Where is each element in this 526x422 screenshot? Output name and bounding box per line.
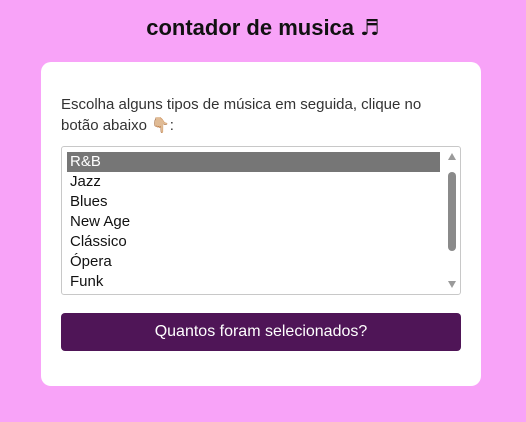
instructions-label: Escolha alguns tipos de música em seguid… <box>61 96 422 134</box>
page-title: contador de musica ♬ <box>0 12 526 45</box>
listbox-option-funk[interactable]: Funk <box>67 272 440 292</box>
card: Escolha alguns tipos de música em seguid… <box>41 62 481 386</box>
listbox-option-jazz[interactable]: Jazz <box>67 172 440 192</box>
music-note-icon: ♬ <box>360 16 380 41</box>
listbox-option-new-age[interactable]: New Age <box>67 212 440 232</box>
scrollbar-thumb[interactable] <box>448 172 456 251</box>
listbox-option-rnb[interactable]: R&B <box>67 152 440 172</box>
listbox-option-classico[interactable]: Clássico <box>67 232 440 252</box>
instructions-colon: : <box>169 117 174 134</box>
music-type-listbox[interactable]: R&B Jazz Blues New Age Clássico Ópera Fu… <box>61 146 461 295</box>
pointing-down-icon: 👇🏼 <box>151 116 170 134</box>
count-selected-button[interactable]: Quantos foram selecionados? <box>61 313 461 351</box>
scroll-up-arrow-icon[interactable] <box>448 153 456 160</box>
listbox-option-blues[interactable]: Blues <box>67 192 440 212</box>
listbox-scrollbar[interactable] <box>446 150 458 291</box>
instructions-text: Escolha alguns tipos de música em seguid… <box>61 94 461 136</box>
page-title-text: contador de musica <box>146 15 355 40</box>
listbox-options: R&B Jazz Blues New Age Clássico Ópera Fu… <box>67 152 440 292</box>
listbox-option-opera[interactable]: Ópera <box>67 252 440 272</box>
scroll-down-arrow-icon[interactable] <box>448 281 456 288</box>
